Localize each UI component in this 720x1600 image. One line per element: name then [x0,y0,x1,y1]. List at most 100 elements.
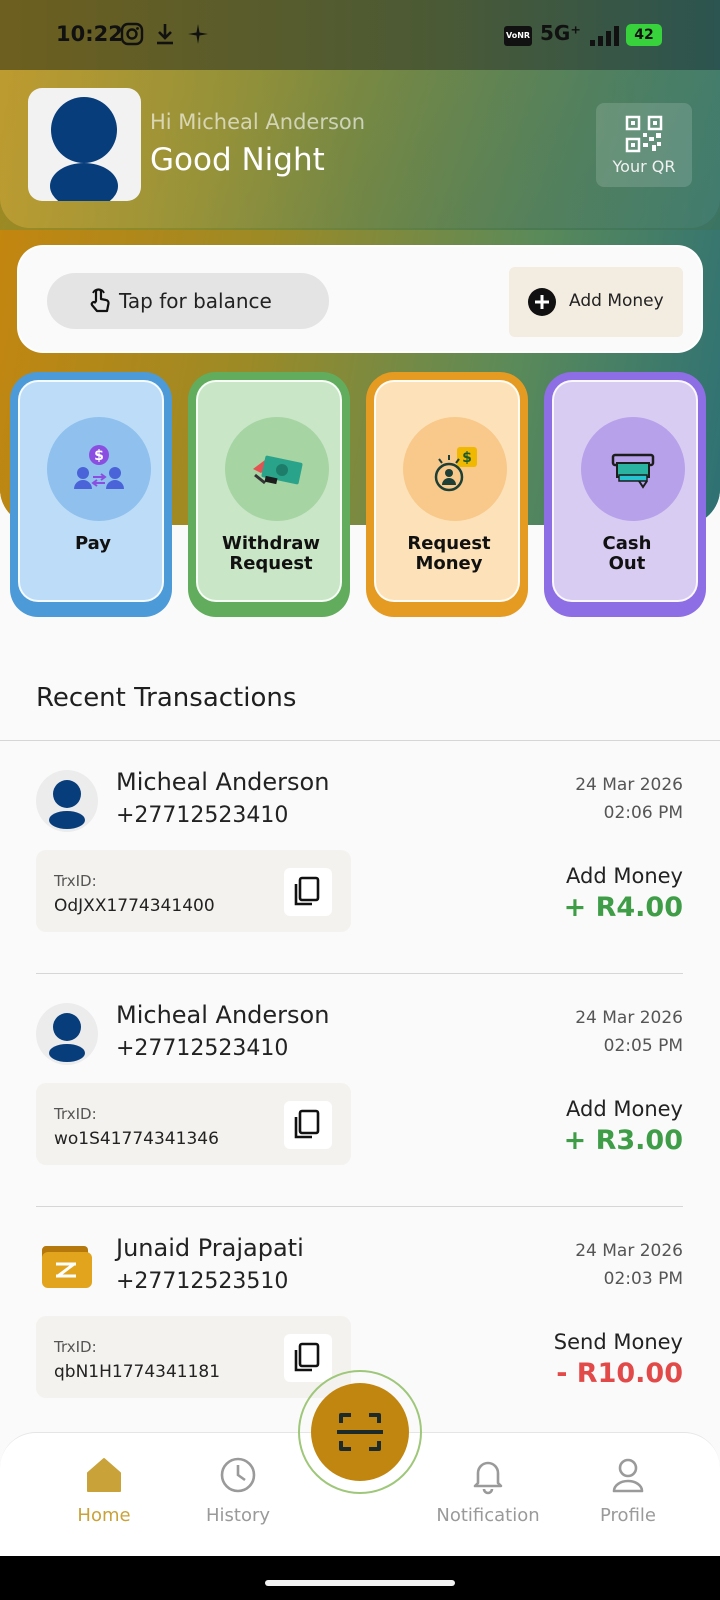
trx-id-value: wo1S41774341346 [54,1129,219,1149]
transaction-time: 02:05 PM [603,1036,683,1056]
battery-indicator: 42 [626,24,662,46]
withdraw-request-action[interactable]: Withdraw Request [188,372,350,617]
wallet-icon [42,1246,92,1288]
pay-users-icon: $ [74,445,124,489]
transaction-name: Micheal Anderson [116,1001,330,1029]
transaction-avatar [36,770,98,832]
home-icon [87,1458,121,1492]
nav-profile-label: Profile [600,1505,656,1526]
plus-circle-icon [528,288,556,316]
scan-button[interactable] [311,1383,409,1481]
cash-out-action[interactable]: Cash Out [544,372,706,617]
copy-button[interactable] [284,868,332,916]
transaction-date: 24 Mar 2026 [575,775,683,795]
pay-action-card: $ Pay [18,380,164,602]
cash-out-label: Cash Out [602,533,652,574]
copy-icon [294,876,320,906]
status-time: 10:22 [56,22,123,46]
transaction-item[interactable]: Micheal Anderson +27712523410 24 Mar 202… [36,975,683,1207]
tap-hand-icon [90,288,110,313]
pay-icon-circle: $ [47,417,151,521]
transaction-avatar [36,1236,98,1298]
transaction-phone: +27712523410 [116,1036,289,1061]
trx-id-key: TrxID: [54,872,97,890]
status-bar: 10:22 VoNR 5G⁺ 42 [0,0,720,70]
withdraw-cash-icon [253,455,303,485]
user-avatar-icon [49,780,85,829]
instagram-icon [120,22,144,52]
svg-text:$: $ [94,448,104,464]
your-qr-button[interactable]: Your QR [596,103,692,187]
request-icon-circle: $ [403,417,507,521]
trx-id-value: qbN1H1774341181 [54,1362,221,1382]
qr-code-icon [625,115,663,153]
tap-for-balance-button[interactable]: Tap for balance [47,273,329,329]
clock-icon [220,1457,256,1493]
trx-id-key: TrxID: [54,1105,97,1123]
section-divider [0,740,720,741]
copy-icon [294,1109,320,1139]
transaction-date: 24 Mar 2026 [575,1241,683,1261]
copy-button[interactable] [284,1334,332,1382]
transaction-item[interactable]: Micheal Anderson +27712523410 24 Mar 202… [36,742,683,974]
nav-history[interactable]: History [178,1455,298,1526]
recent-transactions-title: Recent Transactions [36,683,297,713]
trx-id-key: TrxID: [54,1338,97,1356]
greeting-name: Hi Micheal Anderson [150,110,366,134]
nav-notification[interactable]: Notification [428,1455,548,1526]
transaction-id-box: TrxID: wo1S41774341346 [36,1083,351,1165]
transaction-name: Junaid Prajapati [116,1234,304,1262]
transaction-type: Add Money [566,1097,683,1121]
add-money-label: Add Money [569,291,664,311]
greeting-salutation: Good Night [150,142,325,178]
download-icon [154,22,176,52]
transaction-phone: +27712523410 [116,803,289,828]
profile-icon [612,1458,644,1493]
svg-text:$: $ [462,450,472,466]
request-money-label: Request Money [407,533,491,574]
pay-label: Pay [74,533,112,554]
nav-history-label: History [205,1505,271,1526]
user-avatar-icon [50,97,118,201]
transaction-type: Add Money [566,864,683,888]
vonr-badge: VoNR [504,26,532,46]
bell-icon [473,1461,503,1495]
your-qr-label: Your QR [612,157,676,176]
cash-out-action-card: Cash Out [552,380,698,602]
nav-home-label: Home [77,1505,131,1526]
balance-card: Tap for balance Add Money [17,245,703,353]
nav-profile[interactable]: Profile [568,1455,688,1526]
withdraw-action-card: Withdraw Request [196,380,342,602]
copy-icon [294,1342,320,1372]
system-nav-bar [0,1556,720,1600]
cash-out-icon-circle [581,417,685,521]
request-money-icon: $ [434,447,477,492]
copy-button[interactable] [284,1101,332,1149]
transaction-id-box: TrxID: qbN1H1774341181 [36,1316,351,1398]
request-money-action[interactable]: $ Request Money [366,372,528,617]
transaction-avatar [36,1003,98,1065]
nav-home[interactable]: Home [44,1455,164,1526]
add-money-button[interactable]: Add Money [509,267,683,337]
trx-id-value: OdJXX1774341400 [54,896,215,916]
nav-notification-label: Notification [436,1505,540,1526]
withdraw-request-label: Withdraw Request [222,533,320,574]
withdraw-icon-circle [225,417,329,521]
sparkle-icon [186,22,210,52]
transaction-phone: +27712523510 [116,1269,289,1294]
user-avatar[interactable] [28,88,141,201]
transaction-id-box: TrxID: OdJXX1774341400 [36,850,351,932]
user-avatar-icon [49,1013,85,1062]
home-gesture-handle[interactable] [265,1580,455,1586]
tap-for-balance-label: Tap for balance [119,289,272,313]
transaction-time: 02:03 PM [603,1269,683,1289]
cash-out-icon [611,453,655,489]
transaction-date: 24 Mar 2026 [575,1008,683,1028]
transaction-time: 02:06 PM [603,803,683,823]
request-action-card: $ Request Money [374,380,520,602]
transaction-amount: + R3.00 [563,1125,683,1156]
transaction-name: Micheal Anderson [116,768,330,796]
scan-icon [337,1413,383,1451]
pay-action[interactable]: $ Pay [10,372,172,617]
transaction-amount: + R4.00 [563,892,683,923]
